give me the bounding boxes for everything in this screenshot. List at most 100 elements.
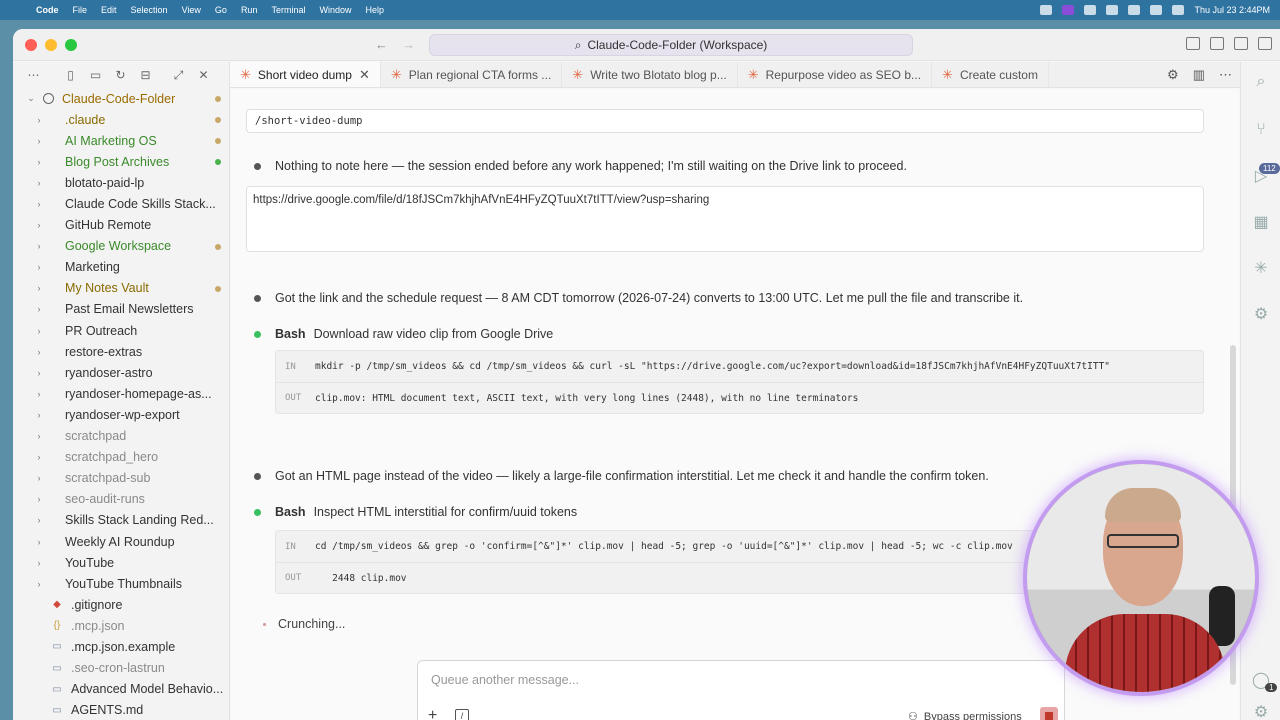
more-icon[interactable]: ⋯ — [27, 68, 40, 82]
search-icon[interactable] — [1150, 5, 1163, 15]
folder-item[interactable]: › scratchpad — [13, 426, 229, 447]
new-file-icon[interactable]: ▯ — [64, 68, 77, 82]
permissions-button[interactable]: ⚇ Bypass permissions — [908, 710, 1022, 720]
claude-icon: ✳ — [747, 67, 759, 82]
folder-item[interactable]: › PR Outreach — [13, 320, 229, 341]
file-item[interactable]: ◆ .gitignore — [13, 594, 229, 615]
folder-item[interactable]: › ryandoser-astro — [13, 362, 229, 383]
extensions-icon[interactable]: ▦ — [1251, 212, 1271, 232]
close-icon[interactable]: ✕ — [197, 68, 210, 82]
menu-edit[interactable]: Edit — [101, 5, 117, 15]
stop-icon — [1045, 712, 1053, 720]
editor-tab[interactable]: ✳ Plan regional CTA forms ... — [381, 62, 563, 87]
close-window-button[interactable] — [25, 39, 37, 51]
menu-window[interactable]: Window — [319, 5, 351, 15]
workspace-root[interactable]: ⌄ Claude-Code-Folder — [13, 88, 229, 109]
folder-item[interactable]: › Claude Code Skills Stack... — [13, 193, 229, 214]
folder-item[interactable]: › blotato-paid-lp — [13, 172, 229, 193]
bash-tool-header[interactable]: Bash Download raw video clip from Google… — [254, 327, 553, 341]
editor-tab[interactable]: ✳ Short video dump ✕ — [230, 62, 381, 87]
stop-button[interactable] — [1040, 707, 1058, 720]
new-folder-icon[interactable]: ▭ — [89, 68, 102, 82]
more-actions-icon[interactable]: ⋯ — [1219, 67, 1232, 83]
forward-arrow-icon[interactable]: → — [402, 37, 415, 52]
folder-item[interactable]: › AI Marketing OS — [13, 130, 229, 151]
source-control-icon[interactable]: ⑂ — [1251, 120, 1271, 140]
composer-input[interactable]: Queue another message... — [431, 673, 579, 687]
status-icon[interactable] — [1084, 5, 1097, 15]
toggle-sidebar-icon[interactable] — [1210, 37, 1224, 50]
folder-item[interactable]: › ryandoser-homepage-as... — [13, 383, 229, 404]
editor-tab[interactable]: ✳ Repurpose video as SEO b... — [738, 62, 933, 87]
folder-item[interactable]: › .claude — [13, 109, 229, 130]
tree-item-label: My Notes Vault — [65, 281, 149, 296]
maximize-window-button[interactable] — [65, 39, 77, 51]
minimize-window-button[interactable] — [45, 39, 57, 51]
folder-item[interactable]: › scratchpad_hero — [13, 447, 229, 468]
menu-run[interactable]: Run — [241, 5, 258, 15]
folder-item[interactable]: › seo-audit-runs — [13, 489, 229, 510]
bash-tool-header[interactable]: Bash Inspect HTML interstitial for confi… — [254, 505, 577, 519]
search-icon[interactable]: ⌕ — [1251, 72, 1271, 92]
file-item[interactable]: ▭ .mcp.json.example — [13, 636, 229, 657]
bash-output: clip.mov: HTML document text, ASCII text… — [315, 392, 859, 404]
folder-item[interactable]: › ryandoser-wp-export — [13, 404, 229, 425]
folder-item[interactable]: › Google Workspace — [13, 236, 229, 257]
chevron-right-icon: › — [37, 367, 41, 378]
folder-item[interactable]: › YouTube Thumbnails — [13, 573, 229, 594]
folder-item[interactable]: › Weekly AI Roundup — [13, 531, 229, 552]
claude-icon[interactable]: ✳ — [1251, 258, 1271, 278]
file-item[interactable]: {} .mcp.json — [13, 615, 229, 636]
folder-item[interactable]: › restore-extras — [13, 341, 229, 362]
openai-icon[interactable]: ⚙ — [1251, 304, 1271, 324]
folder-item[interactable]: › Blog Post Archives — [13, 151, 229, 172]
close-tab-icon[interactable]: ✕ — [359, 67, 370, 83]
folder-item[interactable]: › Past Email Newsletters — [13, 299, 229, 320]
menu-view[interactable]: View — [182, 5, 201, 15]
tree-item-label: YouTube — [65, 555, 115, 570]
toggle-secondary-sidebar-icon[interactable] — [1258, 37, 1272, 50]
wifi-icon[interactable] — [1128, 5, 1141, 15]
collapse-all-icon[interactable]: ⊟ — [139, 68, 152, 82]
refresh-icon[interactable]: ↻ — [114, 68, 127, 82]
layout-controls — [1186, 37, 1272, 50]
status-icon[interactable] — [1040, 5, 1053, 15]
menu-help[interactable]: Help — [365, 5, 384, 15]
command-center-search[interactable]: ⌕ Claude-Code-Folder (Workspace) — [429, 34, 913, 56]
screen-record-icon[interactable] — [1062, 5, 1075, 15]
folder-item[interactable]: › My Notes Vault — [13, 278, 229, 299]
gear-icon[interactable]: ⚙ — [1251, 702, 1271, 720]
back-arrow-icon[interactable]: ← — [375, 37, 388, 52]
menubar-clock[interactable]: Thu Jul 23 2:44PM — [1194, 5, 1270, 15]
file-item[interactable]: ▭ Advanced Model Behavio... — [13, 679, 229, 700]
menu-go[interactable]: Go — [215, 5, 227, 15]
menu-file[interactable]: File — [73, 5, 88, 15]
folder-item[interactable]: › scratchpad-sub — [13, 468, 229, 489]
toggle-panel-icon[interactable] — [1234, 37, 1248, 50]
split-editor-icon[interactable]: ▥ — [1193, 67, 1205, 83]
layout-icon[interactable] — [1186, 37, 1200, 50]
presenter-glasses — [1107, 534, 1179, 548]
folder-item[interactable]: › GitHub Remote — [13, 215, 229, 236]
control-center-icon[interactable] — [1172, 5, 1185, 15]
openai-icon[interactable]: ⚙ — [1167, 67, 1179, 83]
tree-item-label: scratchpad-sub — [65, 471, 151, 486]
file-item[interactable]: ▭ .seo-cron-lastrun — [13, 658, 229, 679]
editor-tab[interactable]: ✳ Create custom — [932, 62, 1049, 87]
folder-item[interactable]: › Marketing — [13, 257, 229, 278]
slash-command-icon[interactable]: / — [455, 709, 469, 720]
menu-terminal[interactable]: Terminal — [271, 5, 305, 15]
battery-icon[interactable] — [1106, 5, 1119, 15]
tree-item-label: ryandoser-wp-export — [65, 407, 180, 422]
folder-item[interactable]: › Skills Stack Landing Red... — [13, 510, 229, 531]
editor-tab[interactable]: ✳ Write two Blotato blog p... — [562, 62, 738, 87]
add-attachment-icon[interactable]: + — [428, 707, 437, 720]
menu-app[interactable]: Code — [36, 5, 59, 15]
menu-selection[interactable]: Selection — [131, 5, 168, 15]
file-item[interactable]: ▭ AGENTS.md — [13, 700, 229, 720]
run-debug-icon[interactable]: ▷ — [1251, 166, 1271, 186]
maximize-icon[interactable]: ⤢ — [172, 68, 185, 82]
folder-item[interactable]: › YouTube — [13, 552, 229, 573]
tab-label: Write two Blotato blog p... — [590, 68, 727, 82]
webcam-overlay — [1027, 464, 1255, 692]
